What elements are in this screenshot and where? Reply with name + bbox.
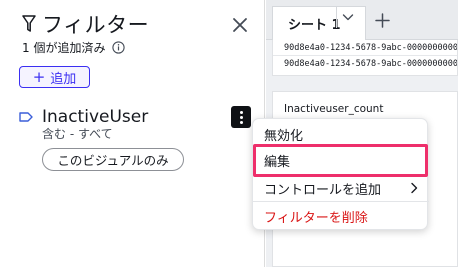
filter-context-menu: 無効化 編集 コントロールを追加 フィルターを削除: [252, 118, 429, 230]
menu-item-edit[interactable]: 編集: [253, 147, 429, 173]
menu-item-add-control[interactable]: コントロールを追加: [253, 175, 429, 201]
table-row: 90d8e4a0-1234-5678-9abc-000000000010: [284, 59, 458, 69]
panel-title: フィルター: [42, 13, 150, 37]
filter-field-name[interactable]: InactiveUser: [42, 106, 148, 128]
table-row: 90d8e4a0-1234-5678-9abc-000000000009: [273, 40, 457, 56]
applied-count-row: 1 個が追加済み: [22, 38, 126, 56]
add-filter-label: 追加: [50, 71, 77, 87]
close-icon[interactable]: [231, 16, 249, 34]
add-sheet-icon[interactable]: [375, 13, 390, 28]
info-icon[interactable]: [112, 40, 126, 54]
field-icon: [19, 112, 33, 122]
chevron-down-icon[interactable]: [342, 12, 354, 22]
applied-count: 1 個が追加済み: [22, 40, 106, 55]
add-filter-button[interactable]: + 追加: [19, 66, 90, 88]
kpi-title: Inactiveuser_count: [284, 103, 384, 115]
sheet-tab-strip: シート 1: [266, 0, 458, 40]
table-visual[interactable]: 90d8e4a0-1234-5678-9abc-000000000009 90d…: [272, 40, 458, 76]
funnel-icon: [22, 15, 36, 32]
plus-icon: +: [32, 67, 46, 86]
menu-divider: [253, 201, 429, 202]
tab-divider: [336, 6, 337, 28]
menu-item-disable[interactable]: 無効化: [253, 121, 429, 147]
more-icon[interactable]: [231, 106, 251, 128]
menu-item-delete-filter[interactable]: フィルターを削除: [253, 203, 429, 229]
menu-item-add-control-label: コントロールを追加: [264, 182, 382, 198]
filter-scope-badge[interactable]: このビジュアルのみ: [42, 148, 184, 171]
filter-panel: フィルター 1 個が追加済み + 追加 InactiveUser 含む - すべ…: [0, 0, 265, 267]
filter-condition: 含む - すべて: [42, 127, 113, 141]
tab-sheet-1-label: シート 1: [288, 18, 341, 33]
chevron-right-icon: [411, 182, 418, 194]
